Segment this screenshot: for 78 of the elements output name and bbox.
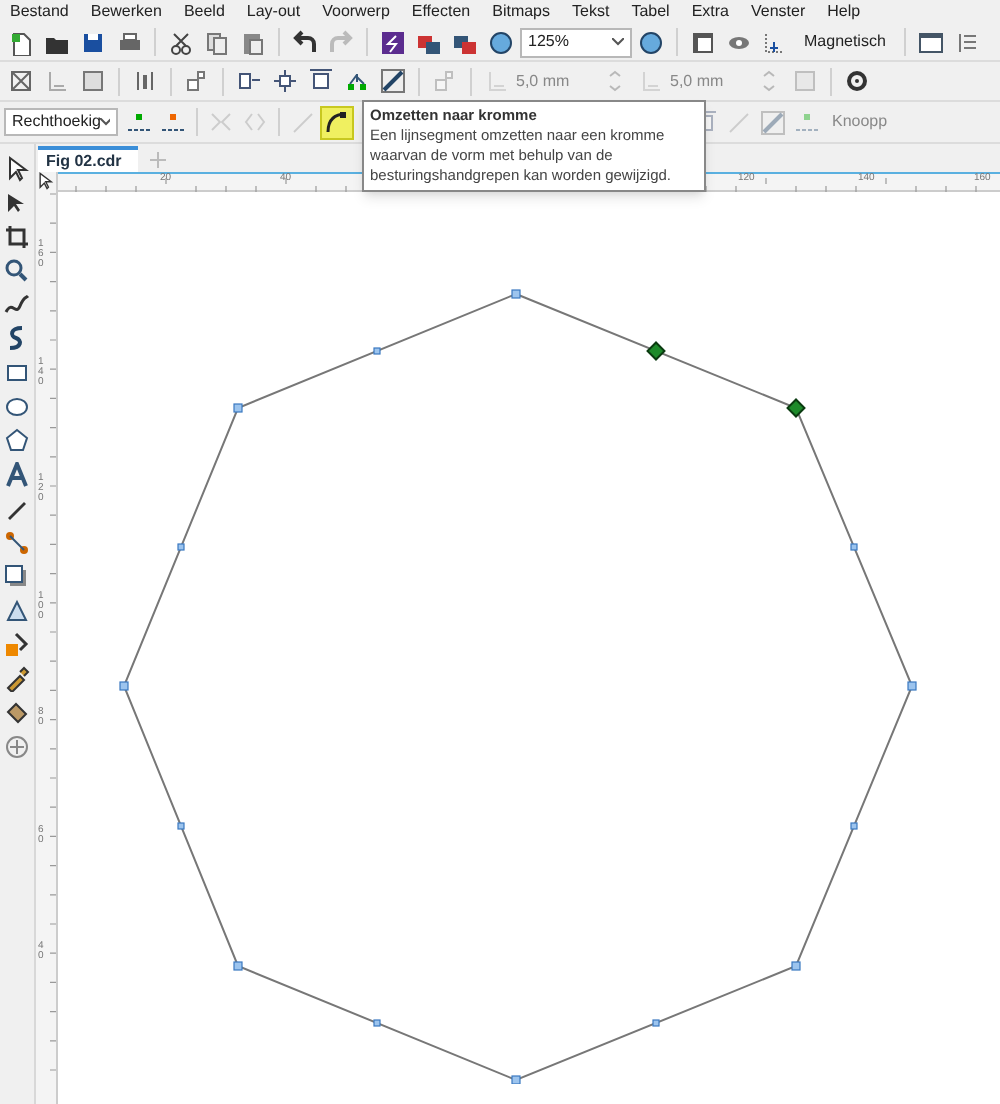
pointer-icon[interactable] [4,156,30,182]
fill-icon[interactable] [4,632,30,658]
undo-icon[interactable] [292,29,318,55]
squares-icon[interactable] [184,68,210,94]
scissors-icon[interactable] [168,29,194,55]
menu-item[interactable]: Bewerken [90,4,162,20]
diagonal-box-icon[interactable] [380,68,406,94]
node-handle[interactable] [233,961,243,971]
node-handle[interactable] [177,543,185,551]
zoom-dropdown[interactable]: 125% [520,27,632,57]
gear-icon[interactable] [844,68,870,94]
menu-item[interactable]: Bestand [10,4,69,20]
node-handle[interactable] [786,398,806,418]
menu-item[interactable]: Voorwerp [322,4,390,20]
rectangle-icon[interactable] [4,360,30,386]
frame-icon[interactable] [690,29,716,55]
document-tab[interactable]: Fig 02.cdr [38,146,138,172]
pen-icon[interactable] [4,496,30,522]
menu-item[interactable]: Bitmaps [492,4,551,20]
grid-icon[interactable] [762,29,788,55]
printer-icon[interactable] [116,29,142,55]
crossed-box-icon[interactable] [8,68,34,94]
add-node-icon[interactable] [794,109,820,135]
menu-item[interactable]: Tekst [572,4,610,20]
new-document-icon[interactable] [8,29,34,55]
node-handle[interactable] [850,822,858,830]
freehand-icon[interactable] [4,292,30,318]
crop-icon[interactable] [4,224,30,250]
caret-icon [612,38,624,46]
align-icon[interactable] [236,68,262,94]
copy-icon[interactable] [204,29,230,55]
node-handle[interactable] [907,681,917,691]
menu-item[interactable]: Beeld [183,4,225,20]
menu-item[interactable]: Extra [691,4,729,20]
globe-icon[interactable] [488,29,514,55]
node-type-dropdown[interactable]: Rechthoekig [4,108,118,136]
zoom-icon[interactable] [4,258,30,284]
node-handle[interactable] [373,347,381,355]
globe-icon[interactable] [638,29,664,55]
paste-icon[interactable] [240,29,266,55]
node-handle[interactable] [646,341,666,361]
node-handle[interactable] [177,822,185,830]
node-handle[interactable] [511,289,521,299]
snap-dropdown[interactable]: Magnetisch [794,30,896,54]
menu-item[interactable]: Lay-out [246,4,301,20]
ellipse-icon[interactable] [4,394,30,420]
delete-node-icon[interactable] [160,109,186,135]
connector-icon[interactable] [4,530,30,556]
node-handle[interactable] [791,961,801,971]
caret-icon [100,118,110,126]
menu-item[interactable]: Venster [750,4,806,20]
eyedropper-icon[interactable] [4,666,30,692]
polygon-icon[interactable] [4,428,30,454]
node-handle[interactable] [233,403,243,413]
ruler-origin-icon[interactable] [36,172,54,190]
paint-icon[interactable] [4,700,30,726]
node-handle[interactable] [850,543,858,551]
node-handle[interactable] [652,1019,660,1027]
crosshair-icon[interactable] [272,68,298,94]
add-circle-icon[interactable] [4,734,30,760]
text-tool-icon[interactable] [4,462,30,488]
menu-item[interactable]: Help [827,4,861,20]
node-handle[interactable] [373,1019,381,1027]
menu-item[interactable]: Tabel [631,4,670,20]
transparency-icon[interactable] [4,598,30,624]
node-tree-icon[interactable] [344,68,370,94]
window-icon[interactable] [917,29,944,55]
list-icon[interactable] [953,29,980,55]
lightning-square-icon[interactable] [380,29,406,55]
square-icon[interactable] [80,68,106,94]
add-node-icon[interactable] [126,109,152,135]
distribute-icon[interactable] [308,68,334,94]
node-handle[interactable] [119,681,129,691]
shadow-icon[interactable] [4,564,30,590]
node-handle[interactable] [511,1075,521,1084]
menu-item[interactable]: Effecten [411,4,471,20]
columns-icon[interactable] [132,68,158,94]
curve-icon[interactable] [324,109,350,135]
